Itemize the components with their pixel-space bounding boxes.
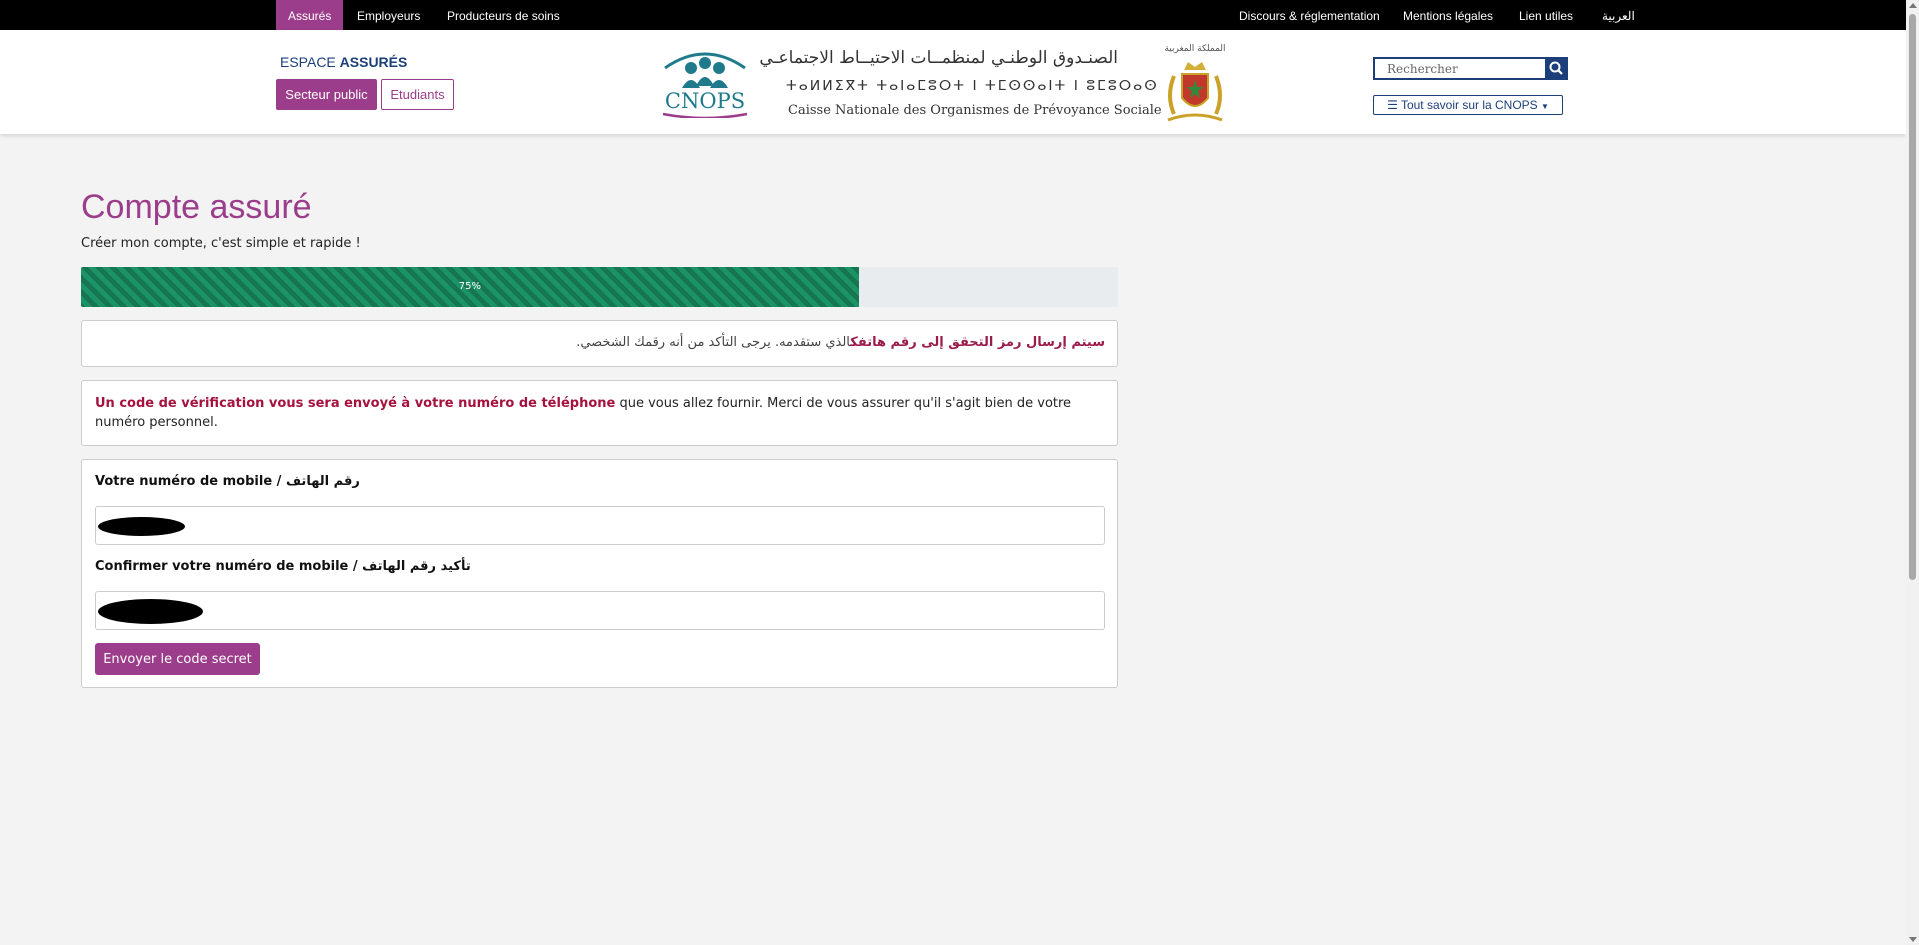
nav-producteurs[interactable]: Producteurs de soins bbox=[447, 0, 560, 30]
nav-arabic[interactable]: العربية bbox=[1602, 0, 1635, 30]
cnops-logo[interactable]: CNOPS bbox=[655, 46, 755, 118]
top-navigation: Assurés Employeurs Producteurs de soins … bbox=[0, 0, 1906, 36]
phone-form: Votre numéro de mobile / رقم الهاتف Conf… bbox=[81, 459, 1118, 688]
page-scrollbar[interactable] bbox=[1906, 0, 1919, 945]
kingdom-label: المملكة المغربية bbox=[1164, 44, 1226, 54]
mobile-input[interactable] bbox=[95, 506, 1105, 545]
mobile-label: Votre numéro de mobile / رقم الهاتف bbox=[95, 474, 360, 489]
brand-name-tifinagh: ⵜⴰⵍⵍⵉⴳⵜ ⵜⴰⵏⴰⵎⵓⵔⵜ ⵏ ⵜⵎⵙⵙⴰⵏⵜ ⵏ ⵓⵎⵓⵔⴰⵙ bbox=[786, 78, 1159, 94]
confirm-mobile-label: Confirmer votre numéro de mobile / تأكيد… bbox=[95, 559, 471, 574]
page-subtitle: Créer mon compte, c'est simple et rapide… bbox=[81, 236, 361, 251]
scroll-up-icon[interactable] bbox=[1909, 3, 1917, 8]
brand-name-arabic: الصنـدوق الوطنـي لمنظمــات الاحتيــاط ال… bbox=[759, 48, 1118, 68]
brand-name-french: Caisse Nationale des Organismes de Prévo… bbox=[788, 103, 1162, 118]
progress-fill: 75% bbox=[81, 267, 859, 307]
nav-discours[interactable]: Discours & réglementation bbox=[1239, 0, 1380, 30]
nav-mentions[interactable]: Mentions légales bbox=[1403, 0, 1493, 30]
scrollbar-thumb[interactable] bbox=[1909, 14, 1916, 580]
secteur-public-button[interactable]: Secteur public bbox=[276, 79, 377, 110]
search-input[interactable] bbox=[1373, 57, 1547, 80]
site-header: ESPACE ASSURÉS Secteur public Etudiants … bbox=[0, 30, 1906, 134]
svg-text:CNOPS: CNOPS bbox=[665, 89, 745, 113]
nav-employeurs[interactable]: Employeurs bbox=[357, 0, 420, 30]
confirm-mobile-input[interactable] bbox=[95, 591, 1105, 630]
scroll-down-icon[interactable] bbox=[1909, 937, 1917, 942]
royal-emblem-icon bbox=[1167, 62, 1223, 122]
caret-down-icon: ▼ bbox=[1541, 102, 1549, 111]
search-button[interactable] bbox=[1545, 57, 1568, 80]
info-message-french: Un code de vérification vous sera envoyé… bbox=[81, 380, 1118, 446]
progress-bar: 75% bbox=[81, 267, 1118, 307]
search-icon bbox=[1549, 61, 1563, 75]
tout-savoir-dropdown[interactable]: ☰ Tout savoir sur la CNOPS ▼ bbox=[1373, 95, 1563, 115]
etudiants-button[interactable]: Etudiants bbox=[381, 79, 454, 110]
info-message-arabic: سيتم إرسال رمز التحقق إلى رقم هاتفكالذي … bbox=[81, 320, 1118, 367]
nav-assures[interactable]: Assurés bbox=[276, 0, 344, 36]
espace-title: ESPACE ASSURÉS bbox=[280, 54, 408, 70]
nav-liens[interactable]: Lien utiles bbox=[1519, 0, 1573, 30]
page-title: Compte assuré bbox=[81, 188, 312, 226]
send-code-button[interactable]: Envoyer le code secret bbox=[95, 643, 260, 675]
menu-icon: ☰ bbox=[1387, 98, 1398, 112]
